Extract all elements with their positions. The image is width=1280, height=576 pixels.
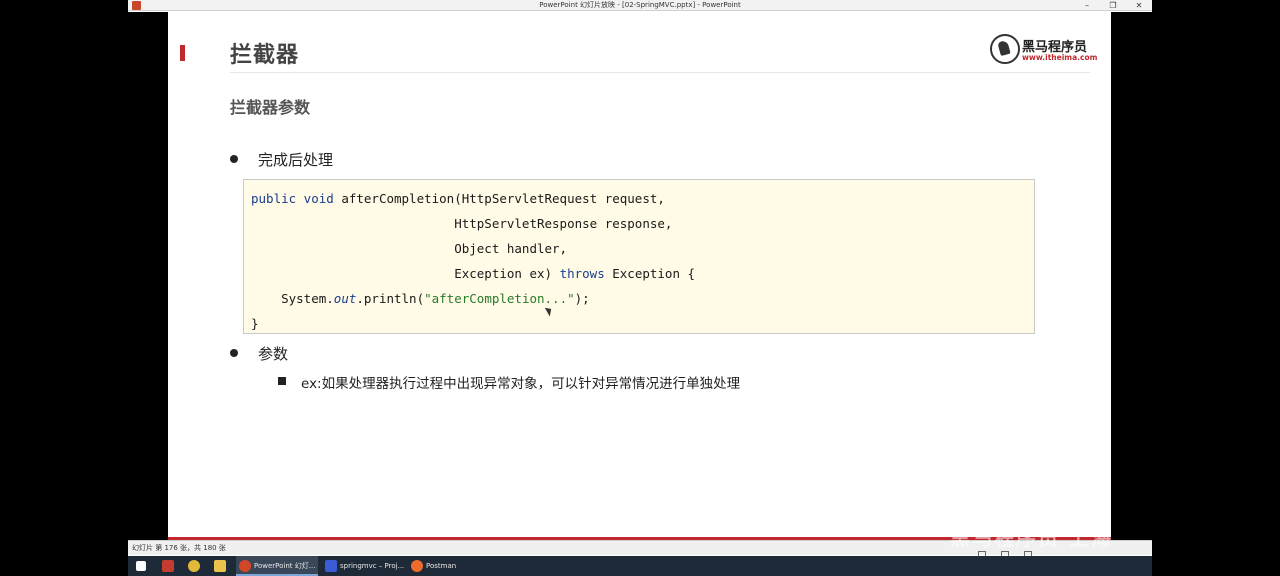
bullet-dot-icon (230, 349, 238, 357)
title-divider (230, 72, 1090, 73)
powerpoint-icon (239, 560, 251, 572)
slide-margin-right (1111, 12, 1152, 540)
taskbar-postman[interactable]: Postman (408, 556, 488, 576)
taskbar: PowerPoint 幻灯... springmvc – Proj... Pos… (128, 556, 1152, 576)
screen: PowerPoint 幻灯片放映 - [02-SpringMVC.pptx] -… (0, 0, 1280, 576)
bullet-dot-icon (230, 155, 238, 163)
slide[interactable]: 拦截器 黑马程序员 www.itheima.com 拦截器参数 完成后处理 pu… (168, 12, 1111, 540)
logo-url: www.itheima.com (1022, 53, 1098, 62)
square-bullet-icon (278, 377, 286, 385)
taskbar-app-label: springmvc – Proj... (340, 562, 405, 570)
watermark: 黑马程序员 上海 (950, 526, 1113, 550)
windows-start-icon (136, 561, 146, 571)
slide-subtitle: 拦截器参数 (230, 98, 311, 117)
postman-icon (411, 560, 423, 572)
close-button[interactable]: ✕ (1126, 0, 1152, 11)
taskbar-app-label: Postman (426, 562, 457, 570)
window-title: PowerPoint 幻灯片放映 - [02-SpringMVC.pptx] -… (539, 1, 741, 9)
taskbar-app-label: PowerPoint 幻灯... (254, 562, 316, 570)
bullet-text: 完成后处理 (258, 151, 334, 169)
slide-title: 拦截器 (230, 43, 300, 68)
horse-logo-icon (990, 34, 1020, 64)
code-block: public void afterCompletion(HttpServletR… (243, 179, 1035, 334)
slide-counter: 幻灯片 第 176 张，共 180 张 (132, 544, 226, 552)
code-line: public void afterCompletion(HttpServletR… (251, 191, 665, 206)
itheima-logo: 黑马程序员 www.itheima.com (990, 34, 1097, 66)
folder-icon (214, 560, 226, 572)
code-line: } (251, 316, 259, 331)
code-line: HttpServletResponse response, (251, 216, 673, 231)
minimize-button[interactable]: – (1074, 0, 1100, 11)
powerpoint-window: PowerPoint 幻灯片放映 - [02-SpringMVC.pptx] -… (128, 0, 1152, 556)
slide-margin-left (128, 12, 168, 540)
chrome-icon (188, 560, 200, 572)
title-accent-marker (180, 45, 185, 61)
intellij-icon (325, 560, 337, 572)
sub-bullet-text: ex:如果处理器执行过程中出现异常对象，可以针对异常情况进行单独处理 (301, 376, 741, 392)
code-line: Object handler, (251, 241, 568, 256)
taskbar-powerpoint[interactable]: PowerPoint 幻灯... (236, 556, 318, 576)
bullet-text: 参数 (258, 345, 289, 363)
taskbar-intellij[interactable]: springmvc – Proj... (322, 556, 404, 576)
pinned-app-icon (162, 560, 174, 572)
code-line: System.out.println("afterCompletion...")… (251, 291, 590, 306)
restore-button[interactable]: ❐ (1100, 0, 1126, 11)
code-line: Exception ex) throws Exception { (251, 266, 696, 281)
title-bar: PowerPoint 幻灯片放映 - [02-SpringMVC.pptx] -… (128, 0, 1152, 11)
